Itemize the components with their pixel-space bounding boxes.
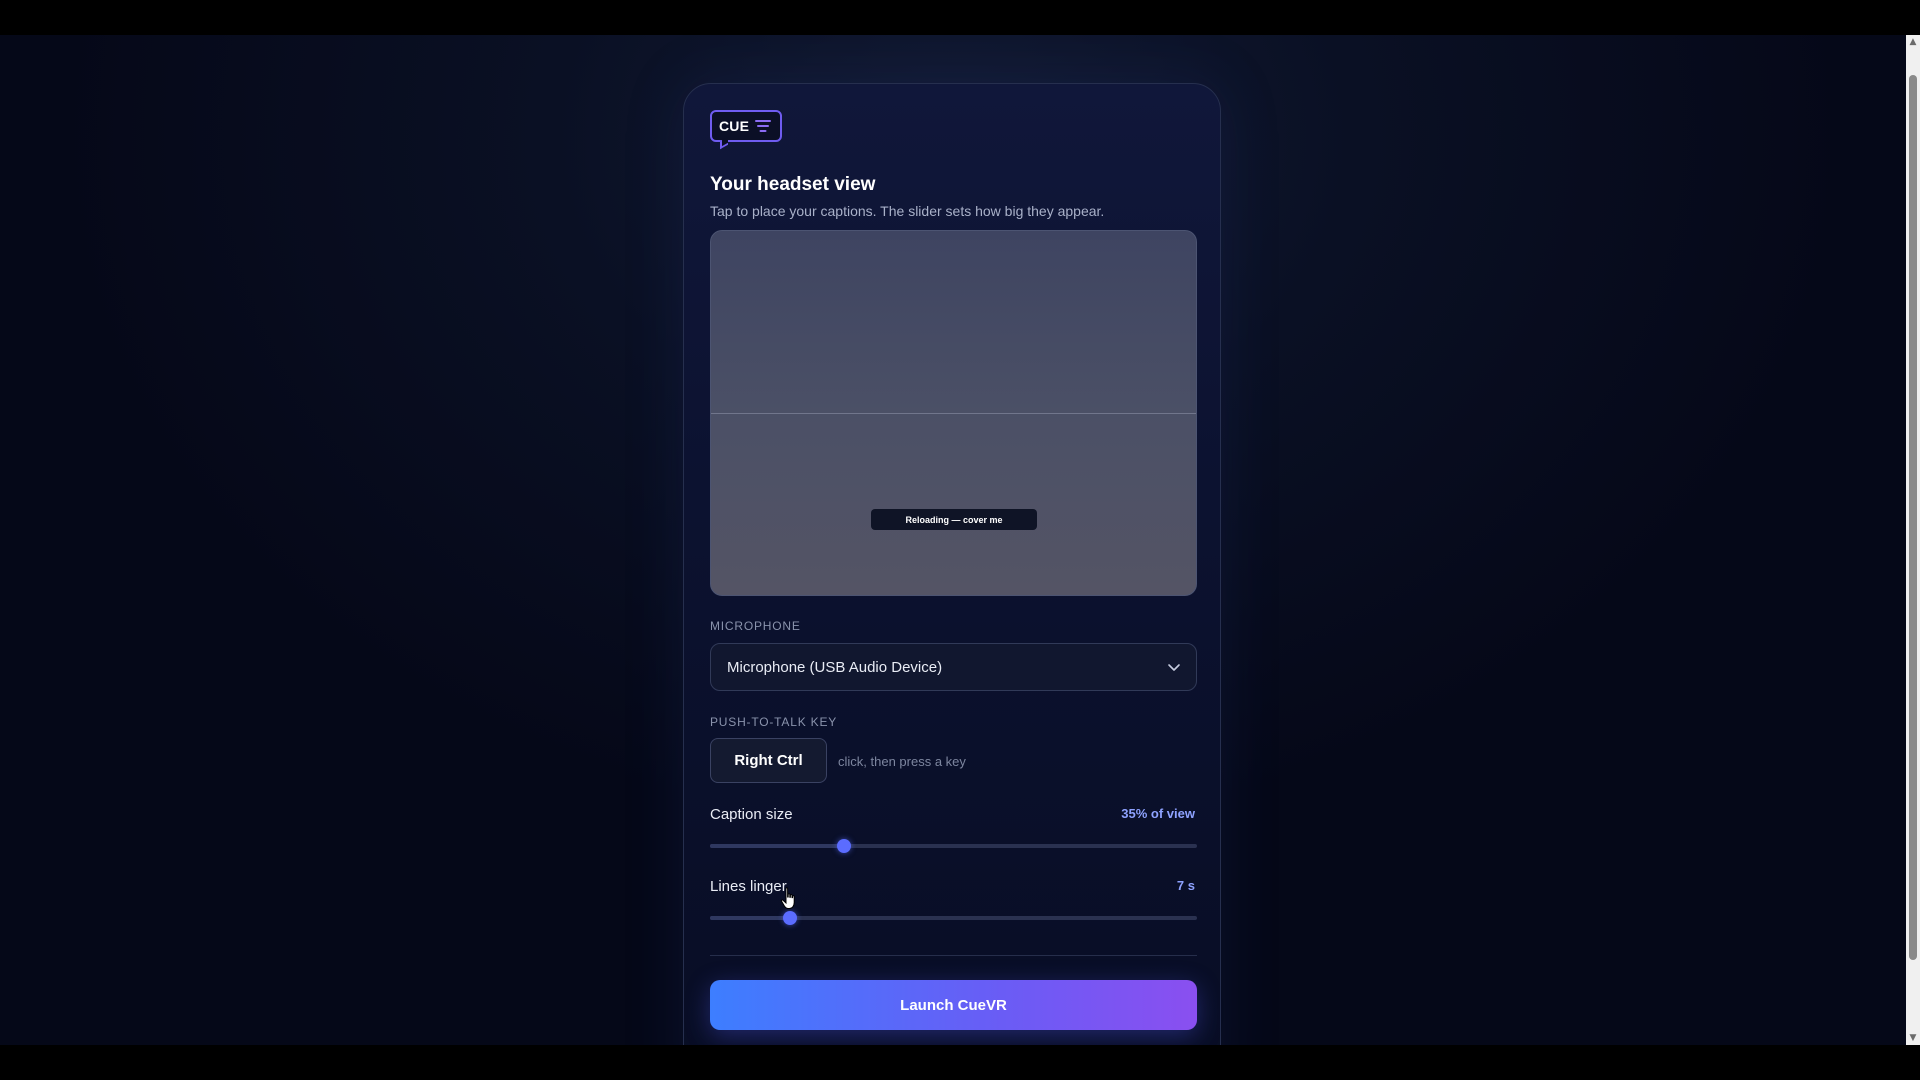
caption-size-label: Caption size [710, 806, 793, 823]
page-subtitle: Tap to place your captions. The slider s… [710, 203, 1105, 219]
caption-size-thumb[interactable] [836, 839, 851, 853]
caption-lines-icon [755, 120, 772, 132]
section-divider [710, 955, 1197, 956]
caption-size-value: 35% of view [1121, 806, 1195, 821]
caption-size-fill [710, 844, 844, 848]
scrollbar-thumb[interactable] [1909, 75, 1917, 960]
logo-speech-tail [720, 136, 728, 150]
top-letterbox [0, 0, 1920, 35]
bottom-letterbox [0, 1045, 1920, 1080]
lines-linger-fill [710, 916, 791, 920]
cue-logo: CUE [710, 110, 782, 150]
logo-text: CUE [719, 118, 750, 134]
caption-preview[interactable]: Reloading — cover me [871, 509, 1037, 530]
lines-linger-label: Lines linger [710, 878, 787, 895]
lines-linger-value: 7 s [1176, 878, 1195, 893]
horizon-line [711, 413, 1196, 414]
headset-preview[interactable]: Reloading — cover me [710, 230, 1197, 596]
hand-cursor-icon [780, 887, 800, 916]
page-title: Your headset view [710, 174, 876, 195]
lines-linger-slider[interactable] [710, 911, 1197, 925]
push-to-talk-key-button[interactable]: Right Ctrl [710, 738, 827, 783]
chevron-down-icon [1166, 659, 1182, 679]
push-to-talk-hint: click, then press a key [838, 754, 966, 769]
settings-panel: CUE Your headset view Tap to place your … [683, 83, 1221, 1045]
microphone-selected-value: Microphone (USB Audio Device) [727, 658, 943, 676]
caption-size-slider[interactable] [710, 839, 1197, 853]
page-scrollbar[interactable]: ▲ ▼ [1906, 35, 1920, 1045]
push-to-talk-label: PUSH-TO-TALK KEY [710, 715, 838, 729]
scroll-down-arrow-icon[interactable]: ▼ [1906, 1031, 1920, 1045]
microphone-select[interactable]: Microphone (USB Audio Device) [710, 643, 1197, 691]
app-viewport: CUE Your headset view Tap to place your … [0, 35, 1906, 1045]
scroll-up-arrow-icon[interactable]: ▲ [1906, 35, 1920, 49]
launch-button[interactable]: Launch CueVR [710, 980, 1197, 1030]
microphone-label: MICROPHONE [710, 619, 801, 633]
